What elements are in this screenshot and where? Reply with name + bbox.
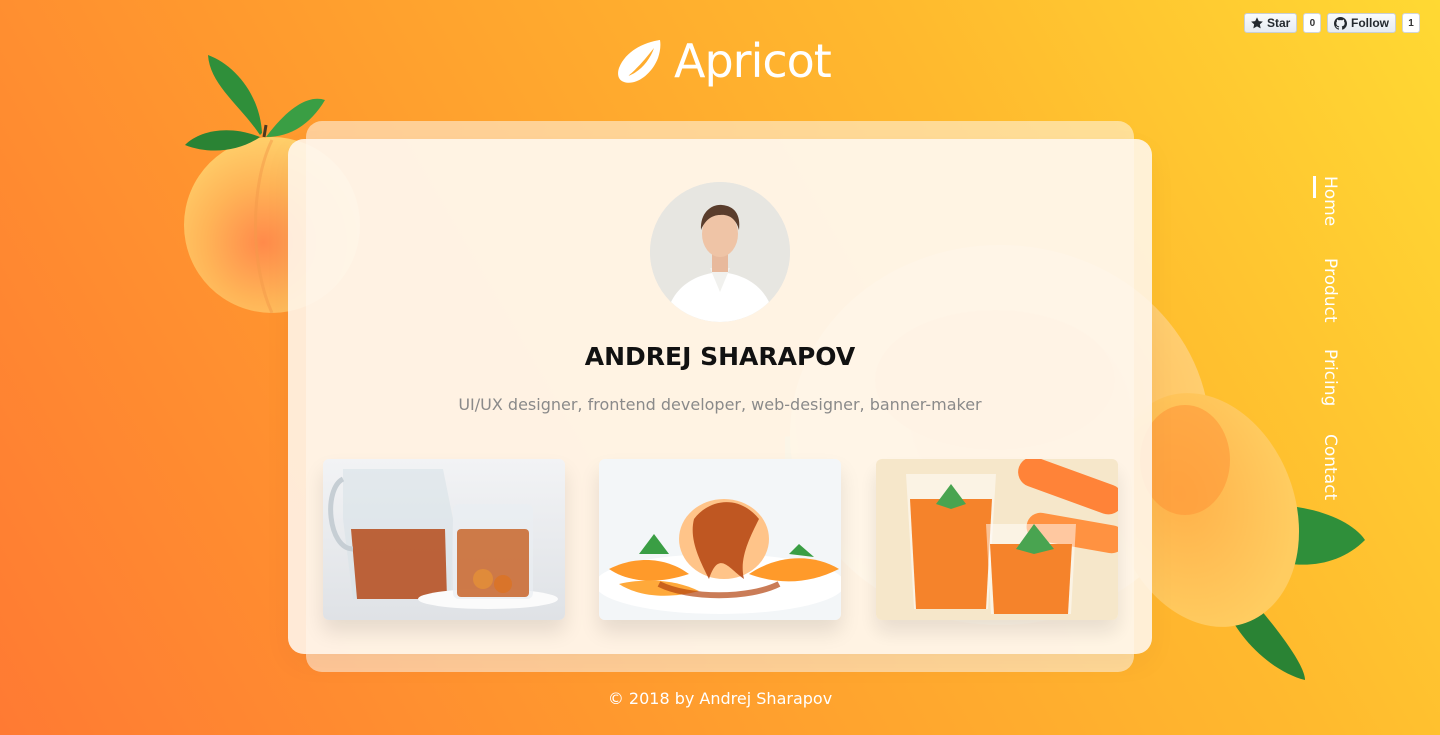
profile-name: ANDREJ SHARAPOV	[584, 342, 856, 371]
footer-copyright: © 2018 by Andrej Sharapov	[607, 689, 833, 708]
star-icon	[1251, 17, 1263, 29]
apricot-tea-image	[323, 459, 565, 620]
nav-product[interactable]: Product	[1318, 258, 1342, 323]
apricot-smoothie-image	[876, 459, 1118, 620]
brand-name: Apricot	[674, 34, 832, 88]
crescent-leaf-icon	[618, 40, 661, 83]
gallery-item[interactable]	[599, 459, 841, 620]
github-star-widget: Star 0	[1244, 13, 1322, 33]
avatar	[650, 182, 790, 322]
person-portrait	[650, 182, 790, 322]
github-follow-button[interactable]: Follow	[1327, 13, 1396, 33]
gallery-item[interactable]	[323, 459, 565, 620]
github-follow-count[interactable]: 1	[1402, 13, 1420, 33]
github-star-count[interactable]: 0	[1303, 13, 1322, 33]
github-star-button[interactable]: Star	[1244, 13, 1298, 33]
nav-active-indicator	[1313, 176, 1316, 198]
github-follow-label: Follow	[1351, 16, 1389, 30]
nav-contact[interactable]: Contact	[1318, 434, 1342, 500]
github-icon	[1334, 16, 1347, 30]
nav-home[interactable]: Home	[1318, 176, 1342, 226]
nav-pricing[interactable]: Pricing	[1318, 349, 1342, 406]
apricot-ice-cream-image	[599, 459, 841, 620]
brand-logo[interactable]: Apricot	[616, 34, 832, 88]
github-follow-widget: Follow 1	[1327, 13, 1420, 33]
profile-role: UI/UX designer, frontend developer, web-…	[458, 395, 982, 414]
github-star-label: Star	[1267, 16, 1291, 30]
gallery-item[interactable]	[876, 459, 1118, 620]
